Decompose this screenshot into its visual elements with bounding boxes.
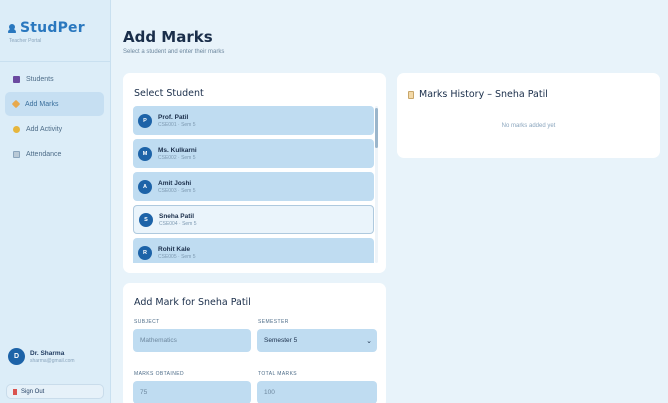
select-student-card: Select Student P Prof. Patil CSE001 · Se… [123,73,386,273]
subject-placeholder: Mathematics [140,337,177,344]
student-item[interactable]: A Amit Joshi CSE003 · Sem 5 [133,172,374,201]
student-name: Sneha Patil [159,212,195,220]
total-marks-input[interactable]: 100 [257,381,377,403]
sidebar-item-attendance[interactable]: Attendance [5,142,104,166]
student-name: Prof. Patil [158,113,189,121]
student-list: P Prof. Patil CSE001 · Sem 5 M Ms. Kulka… [133,106,377,263]
sidebar-item-add-marks[interactable]: Add Marks [5,92,104,116]
sign-out-label: Sign Out [21,388,45,395]
page-title: Add Marks [123,28,213,46]
student-meta: CSE004 · Sem 5 [159,220,197,227]
student-meta: CSE005 · Sem 5 [158,253,196,260]
scrollbar-thumb[interactable] [375,108,378,148]
total-placeholder: 100 [264,389,275,396]
sidebar-item-label: Add Activity [26,125,63,133]
add-mark-card: Add Mark for Sneha Patil SUBJECT Mathema… [123,283,386,403]
brand: StudPer Teacher Portal [8,20,85,44]
card-title: Select Student [134,88,204,99]
sidebar-item-label: Attendance [26,150,62,158]
marks-obtained-label: MARKS OBTAINED [134,371,184,377]
user-name: Dr. Sharma [30,349,65,357]
sidebar-nav: Students Add Marks Add Activity Attendan… [5,67,104,167]
empty-state-text: No marks added yet [501,123,556,129]
total-marks-label: TOTAL MARKS [258,371,298,377]
student-item[interactable]: M Ms. Kulkarni CSE002 · Sem 5 [133,139,374,168]
student-avatar: M [138,146,152,161]
card-title: Marks History – Sneha Patil [419,89,548,100]
attendance-icon [13,150,20,158]
student-avatar: P [138,113,152,128]
semester-label: SEMESTER [258,319,289,325]
student-item[interactable]: P Prof. Patil CSE001 · Sem 5 [133,106,374,135]
clipboard-icon [408,90,414,99]
brand-name: StudPer [20,20,85,36]
student-avatar: A [138,179,152,194]
marks-obtained-input[interactable]: 75 [133,381,251,403]
semester-select[interactable]: Semester 5 ⌄ [257,329,377,352]
student-item[interactable]: R Rohit Kale CSE005 · Sem 5 [133,238,374,263]
semester-value: Semester 5 [264,337,298,344]
student-meta: CSE003 · Sem 5 [158,187,196,194]
page-subtitle: Select a student and enter their marks [123,49,225,55]
subject-input[interactable]: Mathematics [133,329,251,352]
sign-out-icon [13,388,17,395]
sidebar-item-add-activity[interactable]: Add Activity [5,117,104,141]
student-name: Rohit Kale [158,245,191,253]
sidebar-item-students[interactable]: Students [5,67,104,91]
subject-label: SUBJECT [134,319,160,325]
students-icon [13,75,20,83]
student-avatar: S [139,212,153,227]
student-meta: CSE002 · Sem 5 [158,154,196,161]
student-name: Amit Joshi [158,179,192,187]
sidebar: StudPer Teacher Portal Students Add Mark… [0,0,111,403]
page-header: Add Marks Select a student and enter the… [123,28,224,55]
sign-out-button[interactable]: Sign Out [6,384,104,399]
brand-subtitle: Teacher Portal [9,38,42,44]
marks-placeholder: 75 [140,389,148,396]
marks-icon [11,99,21,109]
sidebar-divider [0,61,111,62]
user-profile: D Dr. Sharma sharma@gmail.com [8,348,75,365]
student-name: Ms. Kulkarni [158,146,197,154]
student-meta: CSE001 · Sem 5 [158,121,196,128]
chevron-down-icon: ⌄ [366,337,372,345]
avatar: D [8,348,25,365]
activity-icon [13,125,20,133]
student-list-scrollbar[interactable] [375,106,378,263]
user-email: sharma@gmail.com [30,357,75,364]
sidebar-item-label: Students [26,75,54,83]
student-item-selected[interactable]: S Sneha Patil CSE004 · Sem 5 [133,205,374,234]
card-title: Add Mark for Sneha Patil [134,297,251,308]
student-avatar: R [138,245,152,260]
sidebar-item-label: Add Marks [25,100,59,108]
marks-history-card: Marks History – Sneha Patil No marks add… [397,73,660,158]
logo-icon [8,23,16,33]
